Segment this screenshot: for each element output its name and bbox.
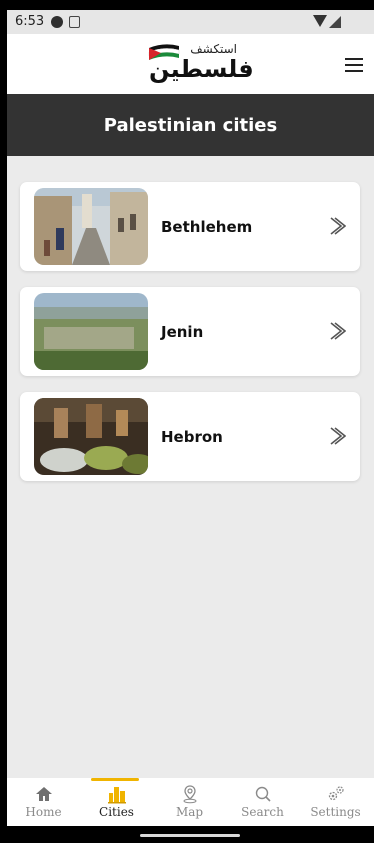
status-bar: 6:53 xyxy=(7,10,374,34)
nav-label: Home xyxy=(25,805,62,819)
city-thumbnail-jenin xyxy=(34,293,148,370)
city-card-hebron[interactable]: Hebron xyxy=(20,392,360,481)
map-pin-icon xyxy=(183,785,196,804)
nav-item-map[interactable]: Map xyxy=(153,784,226,826)
city-card-bethlehem[interactable]: Bethlehem xyxy=(20,182,360,271)
home-icon xyxy=(35,787,52,801)
nav-item-cities[interactable]: Cities xyxy=(80,784,153,826)
nav-item-home[interactable]: Home xyxy=(7,784,80,826)
nav-item-settings[interactable]: Settings xyxy=(299,784,372,826)
app-screen: 6:53 استكشف فلسطين Palestinian cities Be… xyxy=(7,10,374,843)
system-nav-bar xyxy=(7,826,374,843)
search-icon xyxy=(255,786,271,802)
hamburger-menu-icon[interactable] xyxy=(345,58,363,72)
nav-label: Settings xyxy=(310,805,361,819)
chevron-right-icon xyxy=(330,217,346,235)
nav-label: Map xyxy=(175,805,204,819)
nav-item-search[interactable]: Search xyxy=(226,784,299,826)
home-gesture-handle[interactable] xyxy=(140,834,240,837)
chevron-right-icon xyxy=(330,427,346,445)
city-name: Bethlehem xyxy=(161,217,253,236)
city-icon xyxy=(107,787,126,804)
city-name: Jenin xyxy=(161,322,204,341)
city-card-jenin[interactable]: Jenin xyxy=(20,287,360,376)
app-header: استكشف فلسطين xyxy=(7,34,374,94)
city-list: Bethlehem Jenin Hebron xyxy=(20,182,360,497)
status-time: 6:53 xyxy=(15,14,45,29)
wifi-icon xyxy=(313,15,327,27)
gear-icon xyxy=(328,786,344,801)
page-title-bar: Palestinian cities xyxy=(7,94,374,156)
logo-big-text: فلسطين xyxy=(149,55,254,83)
city-name: Hebron xyxy=(161,427,223,446)
screenshot-icon xyxy=(69,16,80,28)
bottom-nav: Home Cities Map Search Settings xyxy=(7,778,374,826)
app-logo: استكشف فلسطين xyxy=(147,40,254,86)
nav-label: Search xyxy=(241,805,284,819)
page-title: Palestinian cities xyxy=(103,114,278,136)
city-thumbnail-bethlehem xyxy=(34,188,148,265)
signal-icon xyxy=(329,16,341,28)
active-tab-indicator xyxy=(91,778,139,781)
notification-icon xyxy=(51,16,63,28)
chevron-right-icon xyxy=(330,322,346,340)
nav-label: Cities xyxy=(99,805,134,819)
city-thumbnail-hebron xyxy=(34,398,148,475)
logo-small-text: استكشف xyxy=(190,42,237,56)
